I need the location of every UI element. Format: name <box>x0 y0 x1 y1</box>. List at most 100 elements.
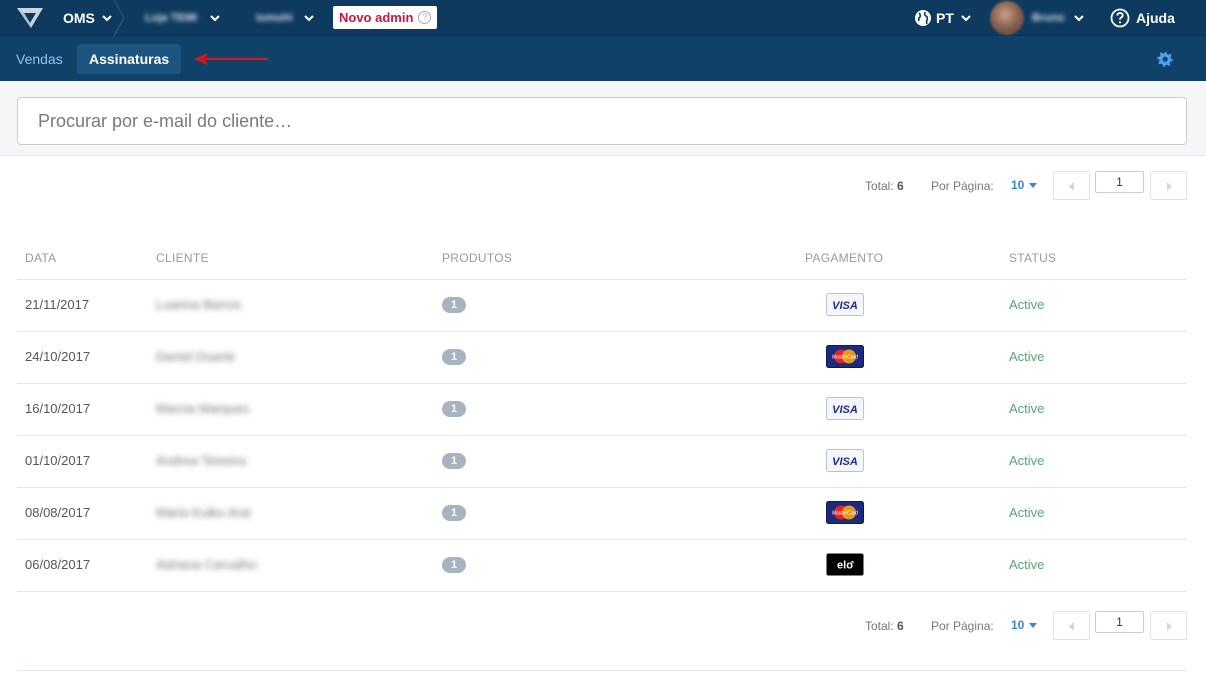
row-status: Active <box>1009 401 1045 416</box>
table-row[interactable]: 16/10/2017 Marcia Marques 1 VISA Active <box>17 384 1187 436</box>
row-products-badge: 1 <box>442 349 466 365</box>
total-label: Total: <box>865 619 894 633</box>
row-date: 08/08/2017 <box>25 505 91 520</box>
elo-card-icon: elo <box>826 553 864 576</box>
search-input[interactable] <box>17 97 1187 145</box>
prev-page-button[interactable] <box>1053 611 1090 640</box>
row-status: Active <box>1009 453 1045 468</box>
row-client[interactable]: Luanna Barros <box>156 297 241 312</box>
column-header-cliente[interactable]: CLIENTE <box>156 251 209 265</box>
row-date: 21/11/2017 <box>25 297 90 312</box>
row-status: Active <box>1009 349 1045 364</box>
svg-text:MasterCard: MasterCard <box>832 355 858 361</box>
row-client[interactable]: Maria Kulko Arai <box>156 505 251 520</box>
total-count: Total: 6 <box>865 179 904 193</box>
brand-menu[interactable]: OMS <box>63 0 113 36</box>
row-products-badge: 1 <box>442 297 466 313</box>
total-label: Total: <box>865 179 894 193</box>
globe-icon <box>915 10 931 26</box>
chevron-down-icon <box>102 15 112 22</box>
row-date: 01/10/2017 <box>25 453 91 468</box>
next-page-button[interactable] <box>1150 611 1187 640</box>
chevron-left-icon <box>1069 622 1074 631</box>
table-row[interactable]: 21/11/2017 Luanna Barros 1 VISA Active <box>17 280 1187 332</box>
per-page-label: Por Página: <box>931 619 994 633</box>
help-circle-icon: ? <box>418 11 432 24</box>
svg-text:VISA: VISA <box>832 300 858 312</box>
row-status: Active <box>1009 557 1045 572</box>
svg-text:elo: elo <box>837 560 853 572</box>
vtex-logo-icon[interactable] <box>15 6 45 30</box>
novo-admin-button[interactable]: Novo admin ? <box>333 6 438 29</box>
row-products-badge: 1 <box>442 505 466 521</box>
svg-text:MasterCard: MasterCard <box>832 511 858 517</box>
row-client[interactable]: Daniel Duarte <box>156 349 236 364</box>
page-input[interactable]: 1 <box>1095 171 1144 193</box>
context-menu[interactable]: tomohi <box>256 0 315 36</box>
column-header-status[interactable]: STATUS <box>1009 251 1056 265</box>
column-header-pagamento[interactable]: PAGAMENTO <box>805 251 883 265</box>
help-menu[interactable]: Ajuda <box>1110 0 1175 36</box>
row-products-badge: 1 <box>442 401 466 417</box>
chevron-down-icon <box>1074 15 1085 22</box>
column-header-produtos[interactable]: PRODUTOS <box>442 251 512 265</box>
page-input[interactable]: 1 <box>1095 611 1144 633</box>
language-label: PT <box>936 10 954 26</box>
help-label: Ajuda <box>1136 10 1175 26</box>
per-page-value: 10 <box>1011 178 1025 192</box>
help-circle-icon <box>1110 8 1130 28</box>
table-row[interactable]: 01/10/2017 Andrea Teixeira 1 VISA Active <box>17 436 1187 488</box>
table-row[interactable]: 06/08/2017 Adriana Carvalho 1 elo Active <box>17 540 1187 592</box>
chevron-down-icon <box>961 15 971 22</box>
table-row[interactable]: 24/10/2017 Daniel Duarte 1 MasterCard Ac… <box>17 332 1187 384</box>
row-date: 24/10/2017 <box>25 349 91 364</box>
chevron-down-icon <box>210 15 220 22</box>
tab-assinaturas[interactable]: Assinaturas <box>77 44 182 74</box>
chevron-left-icon <box>1069 182 1074 191</box>
language-menu[interactable]: PT <box>914 0 972 36</box>
prev-page-button[interactable] <box>1053 171 1090 200</box>
svg-text:VISA: VISA <box>832 456 858 468</box>
pager-bottom: Total: 6 Por Página: 10 1 <box>0 611 1206 641</box>
row-status: Active <box>1009 505 1045 520</box>
chevron-right-icon <box>1167 182 1172 191</box>
pager-top: Total: 6 Por Página: 10 1 <box>0 171 1206 201</box>
context-label: tomohi <box>256 12 293 24</box>
per-page-value: 10 <box>1011 618 1025 632</box>
store-label: Loja TEMI <box>145 12 197 24</box>
table-header: DATA CLIENTE PRODUTOS PAGAMENTO STATUS <box>17 240 1187 280</box>
visa-card-icon: VISA <box>826 293 864 316</box>
per-page-label: Por Página: <box>931 179 994 193</box>
column-header-data[interactable]: DATA <box>25 251 56 265</box>
gear-icon[interactable] <box>1157 51 1173 67</box>
brand-label: OMS <box>63 10 95 26</box>
table-row[interactable]: 08/08/2017 Maria Kulko Arai 1 MasterCard… <box>17 488 1187 540</box>
tab-vendas[interactable]: Vendas <box>4 44 75 74</box>
total-value: 6 <box>897 619 904 633</box>
store-menu[interactable]: Loja TEMI <box>145 0 221 36</box>
svg-text:VISA: VISA <box>832 404 858 416</box>
row-date: 06/08/2017 <box>25 557 91 572</box>
avatar[interactable] <box>990 1 1024 35</box>
row-status: Active <box>1009 297 1045 312</box>
per-page-select[interactable]: 10 <box>1011 178 1038 192</box>
divider <box>17 670 1187 671</box>
row-date: 16/10/2017 <box>25 401 91 416</box>
visa-card-icon: VISA <box>826 449 864 472</box>
caret-down-icon <box>1029 623 1038 629</box>
sub-navbar: Vendas Assinaturas <box>0 36 1206 81</box>
breadcrumb-separator <box>113 0 125 36</box>
row-products-badge: 1 <box>442 453 466 469</box>
row-client[interactable]: Adriana Carvalho <box>156 557 256 572</box>
total-count: Total: 6 <box>865 619 904 633</box>
chevron-right-icon <box>1167 622 1172 631</box>
row-client[interactable]: Marcia Marques <box>156 401 249 416</box>
red-arrow-annotation <box>194 53 268 65</box>
row-client[interactable]: Andrea Teixeira <box>156 453 246 468</box>
mastercard-icon: MasterCard <box>826 345 864 368</box>
next-page-button[interactable] <box>1150 171 1187 200</box>
mastercard-icon: MasterCard <box>826 501 864 524</box>
per-page-select[interactable]: 10 <box>1011 618 1038 632</box>
user-menu[interactable]: Bruno <box>1032 0 1085 36</box>
search-section <box>0 81 1206 156</box>
